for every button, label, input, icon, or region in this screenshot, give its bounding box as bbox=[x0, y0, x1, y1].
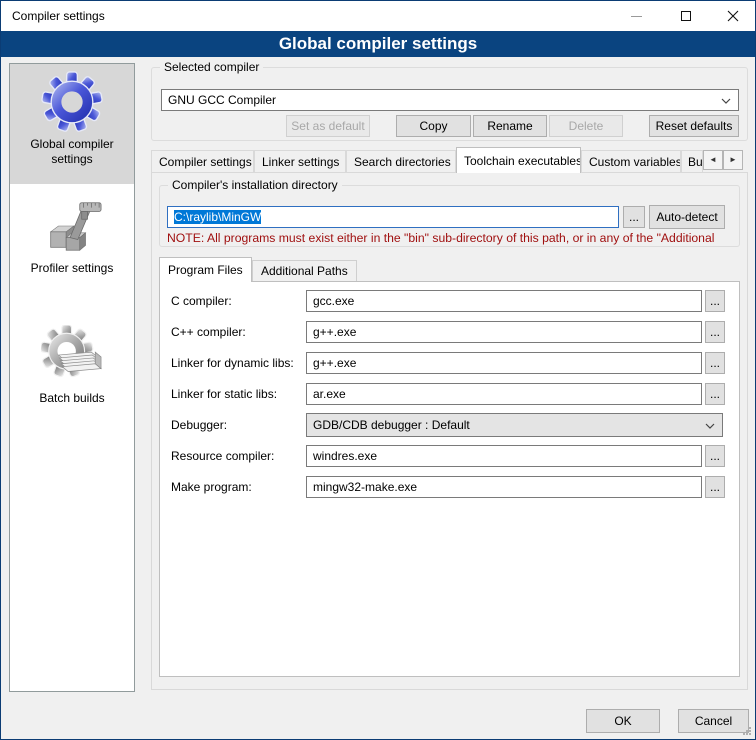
compiler-settings-dialog: Compiler settings Global compiler settin… bbox=[0, 0, 756, 740]
maximize-icon bbox=[681, 11, 691, 21]
sidebar-item-batch-builds[interactable]: Batch builds bbox=[10, 318, 134, 436]
sidebar-item-label: Global compiler settings bbox=[17, 137, 127, 167]
installation-directory-browse-button[interactable]: ... bbox=[623, 206, 645, 228]
make-program-input[interactable]: mingw32-make.exe bbox=[306, 476, 702, 498]
tab-build-options[interactable]: Build options bbox=[681, 150, 703, 173]
linker-static-browse-button[interactable]: ... bbox=[705, 383, 725, 405]
reset-defaults-button[interactable]: Reset defaults bbox=[649, 115, 739, 137]
tab-custom-variables[interactable]: Custom variables bbox=[581, 150, 681, 173]
linker-dynamic-input[interactable]: g++.exe bbox=[306, 352, 702, 374]
close-button[interactable] bbox=[713, 1, 753, 31]
selected-compiler-group-label: Selected compiler bbox=[160, 60, 263, 74]
title-bar: Compiler settings bbox=[1, 1, 755, 31]
settings-category-list: Global compiler settings Profiler settin… bbox=[9, 63, 135, 692]
c-compiler-browse-button[interactable]: ... bbox=[705, 290, 725, 312]
tab-search-directories[interactable]: Search directories bbox=[346, 150, 456, 173]
caliper-icon bbox=[41, 195, 103, 257]
make-program-browse-button[interactable]: ... bbox=[705, 476, 725, 498]
compiler-select[interactable]: GNU GCC Compiler bbox=[161, 89, 739, 111]
sidebar-item-profiler-settings[interactable]: Profiler settings bbox=[10, 188, 134, 314]
resource-compiler-input[interactable]: windres.exe bbox=[306, 445, 702, 467]
tab-scroll-right-button[interactable]: ► bbox=[723, 150, 743, 170]
sidebar-item-label: Batch builds bbox=[17, 391, 127, 406]
sidebar-item-global-compiler-settings[interactable]: Global compiler settings bbox=[10, 64, 134, 184]
sidebar-item-label: Profiler settings bbox=[17, 261, 127, 276]
rename-button[interactable]: Rename bbox=[473, 115, 547, 137]
cancel-button[interactable]: Cancel bbox=[678, 709, 749, 733]
subtab-additional-paths[interactable]: Additional Paths bbox=[252, 260, 357, 282]
auto-detect-button[interactable]: Auto-detect bbox=[649, 205, 725, 229]
set-as-default-button[interactable]: Set as default bbox=[286, 115, 370, 137]
resource-compiler-label: Resource compiler: bbox=[171, 445, 274, 467]
debugger-label: Debugger: bbox=[171, 414, 227, 436]
grey-gear-stack-icon bbox=[41, 325, 103, 387]
installation-directory-value: C:\raylib\MinGW bbox=[174, 210, 261, 224]
debugger-select[interactable]: GDB/CDB debugger : Default bbox=[306, 413, 723, 437]
window-title: Compiler settings bbox=[12, 1, 105, 31]
linker-static-label: Linker for static libs: bbox=[171, 383, 277, 405]
close-icon bbox=[727, 10, 739, 22]
installation-directory-input[interactable]: C:\raylib\MinGW bbox=[167, 206, 619, 228]
installation-directory-group-label: Compiler's installation directory bbox=[168, 178, 342, 192]
maximize-button[interactable] bbox=[666, 1, 706, 31]
delete-button[interactable]: Delete bbox=[549, 115, 623, 137]
subtab-program-files[interactable]: Program Files bbox=[159, 257, 252, 282]
linker-static-input[interactable]: ar.exe bbox=[306, 383, 702, 405]
tab-scroll-left-button[interactable]: ◄ bbox=[703, 150, 723, 170]
linker-dynamic-label: Linker for dynamic libs: bbox=[171, 352, 294, 374]
chevron-down-icon bbox=[705, 423, 715, 429]
minimize-icon bbox=[631, 16, 642, 17]
resize-grip[interactable] bbox=[742, 726, 752, 736]
arrow-left-icon: ◄ bbox=[709, 155, 717, 164]
tab-compiler-settings[interactable]: Compiler settings bbox=[151, 150, 254, 173]
make-program-label: Make program: bbox=[171, 476, 252, 498]
bin-subdirectory-note: NOTE: All programs must exist either in … bbox=[167, 231, 741, 245]
tab-linker-settings[interactable]: Linker settings bbox=[254, 150, 346, 173]
c-compiler-label: C compiler: bbox=[171, 290, 232, 312]
resource-compiler-browse-button[interactable]: ... bbox=[705, 445, 725, 467]
c-compiler-input[interactable]: gcc.exe bbox=[306, 290, 702, 312]
tab-toolchain-executables[interactable]: Toolchain executables bbox=[456, 147, 581, 173]
cpp-compiler-input[interactable]: g++.exe bbox=[306, 321, 702, 343]
dialog-banner-title: Global compiler settings bbox=[1, 31, 755, 57]
cpp-compiler-label: C++ compiler: bbox=[171, 321, 246, 343]
chevron-down-icon bbox=[721, 98, 731, 104]
arrow-right-icon: ► bbox=[729, 155, 737, 164]
ok-button[interactable]: OK bbox=[586, 709, 660, 733]
linker-dynamic-browse-button[interactable]: ... bbox=[705, 352, 725, 374]
copy-button[interactable]: Copy bbox=[396, 115, 471, 137]
cpp-compiler-browse-button[interactable]: ... bbox=[705, 321, 725, 343]
minimize-button[interactable] bbox=[616, 1, 656, 31]
compiler-select-value: GNU GCC Compiler bbox=[168, 93, 276, 107]
debugger-select-value: GDB/CDB debugger : Default bbox=[313, 418, 470, 432]
blue-gear-icon bbox=[41, 71, 103, 133]
